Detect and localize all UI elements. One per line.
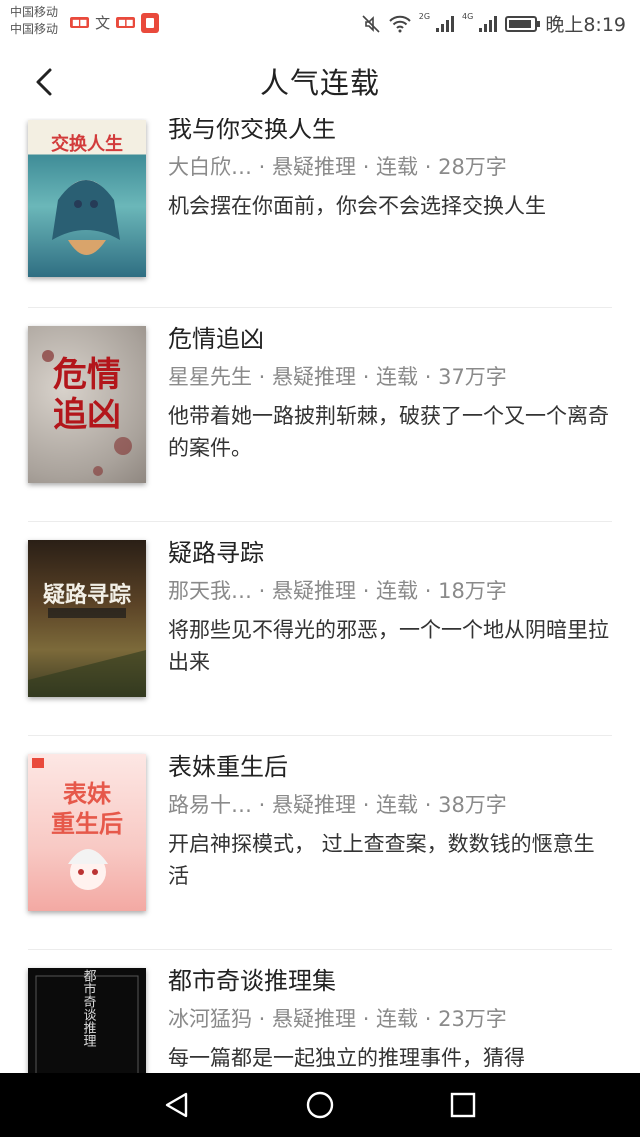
book-description: 机会摆在你面前，你会不会选择交换人生 <box>168 194 546 218</box>
system-nav-bar <box>0 1073 640 1137</box>
svg-text:追凶: 追凶 <box>53 395 121 435</box>
book-info: 都市奇谈推理集 冰河猛犸 · 悬疑推理 · 连载 · 23万字 每一篇都是一起独… <box>168 964 612 1073</box>
signal-icon-2 <box>479 15 498 32</box>
book-cover[interactable]: 疑路寻踪 <box>28 540 146 697</box>
signal-icon-1 <box>436 15 455 32</box>
book-cover[interactable]: 交换人生 <box>28 120 146 277</box>
book-title: 都市奇谈推理集 <box>168 967 336 995</box>
document-icon <box>141 12 160 33</box>
book-meta: 大白欣… · 悬疑推理 · 连载 · 28万字 <box>168 155 507 179</box>
triangle-back-icon <box>165 1092 188 1118</box>
book-description: 他带着她一路披荆斩棘，破获了一个又一个离奇的案件。 <box>168 404 609 460</box>
network-4g-label: 4G <box>462 12 474 21</box>
book-meta: 那天我… · 悬疑推理 · 连载 · 18万字 <box>168 579 507 603</box>
book-info: 我与你交换人生 大白欣… · 悬疑推理 · 连载 · 28万字 机会摆在你面前，… <box>168 118 612 222</box>
svg-text:危情: 危情 <box>53 355 121 395</box>
svg-text:重生后: 重生后 <box>51 810 123 838</box>
clock: 晚上8:19 <box>545 14 626 36</box>
battery-icon <box>505 15 541 32</box>
book-meta: 冰河猛犸 · 悬疑推理 · 连载 · 23万字 <box>168 1007 507 1031</box>
book-info: 表妹重生后 路易十… · 悬疑推理 · 连载 · 38万字 开启神探模式， 过上… <box>168 750 612 892</box>
carrier-2: 中国移动 <box>10 22 59 36</box>
book-meta: 星星先生 · 悬疑推理 · 连载 · 37万字 <box>168 365 507 389</box>
network-2g-label: 2G <box>418 12 431 21</box>
book-title: 表妹重生后 <box>168 753 288 781</box>
book-title: 危情追凶 <box>168 325 264 353</box>
carrier-1: 中国移动 <box>10 5 59 19</box>
cover-art: 危情 追凶 <box>42 350 132 476</box>
book-item[interactable]: 交换人生 我与你交换人生 大白欣… · 悬疑推理 · 连载 · 28万字 机会摆… <box>0 118 640 308</box>
book-info: 危情追凶 星星先生 · 悬疑推理 · 连载 · 37万字 他带着她一路披荆斩棘，… <box>168 322 612 464</box>
wifi-icon <box>389 15 411 32</box>
mute-icon <box>362 14 380 33</box>
book-meta: 路易十… · 悬疑推理 · 连载 · 38万字 <box>168 793 507 817</box>
carrier-info: 中国移动 中国移动 <box>10 4 58 38</box>
nav-back-button[interactable] <box>162 1090 192 1120</box>
book-description: 开启神探模式， 过上查查案，数数钱的惬意生活 <box>168 832 595 888</box>
book-title: 疑路寻踪 <box>168 539 264 567</box>
cover-title-text: 交换人生 <box>51 133 123 155</box>
cover-art: 疑路寻踪 <box>28 582 146 697</box>
book-item[interactable]: 危情 追凶 危情追凶 星星先生 · 悬疑推理 · 连载 · 37万字 他带着她一… <box>0 308 640 522</box>
cover-art: 表妹 重生后 <box>32 758 123 890</box>
nav-home-button[interactable] <box>305 1090 335 1120</box>
top-app-bar: 人气连载 <box>0 46 640 118</box>
app-notification-icon: 文 <box>95 14 111 32</box>
status-bar: 中国移动 中国移动 ■■ 文 ■■ 2G 4G 晚上8:19 <box>0 0 640 46</box>
book-info: 疑路寻踪 那天我… · 悬疑推理 · 连载 · 18万字 将那些见不得光的邪恶，… <box>168 536 612 678</box>
circle-home-icon <box>306 1091 334 1119</box>
book-list[interactable]: 交换人生 我与你交换人生 大白欣… · 悬疑推理 · 连载 · 28万字 机会摆… <box>0 118 640 1073</box>
book-item[interactable]: 都市奇谈推理 都市奇谈推理集 冰河猛犸 · 悬疑推理 · 连载 · 23万字 每… <box>0 950 640 1073</box>
book-title: 我与你交换人生 <box>168 118 336 143</box>
book-cover[interactable]: 危情 追凶 <box>28 326 146 483</box>
nav-recents-button[interactable] <box>448 1090 478 1120</box>
svg-text:表妹: 表妹 <box>63 780 111 808</box>
svg-text:都市奇谈推理: 都市奇谈推理 <box>81 969 97 1047</box>
book-description: 将那些见不得光的邪恶，一个一个地从阴暗里拉出来 <box>168 618 609 674</box>
system-icons: 2G 4G 晚上8:19 <box>361 10 626 37</box>
square-recents-icon <box>450 1092 476 1118</box>
book-item[interactable]: 疑路寻踪 疑路寻踪 那天我… · 悬疑推理 · 连载 · 18万字 将那些见不得… <box>0 522 640 736</box>
book-cover[interactable]: 都市奇谈推理 <box>28 968 146 1073</box>
cover-art: 交换人生 <box>51 133 123 255</box>
notification-badge-icon: ■■ <box>70 17 90 28</box>
cover-art: 都市奇谈推理 <box>35 969 139 1073</box>
book-description: 每一篇都是一起独立的推理事件，猜得 <box>168 1046 525 1070</box>
notification-badge-icon-2: ■■ <box>116 17 136 28</box>
svg-text:疑路寻踪: 疑路寻踪 <box>43 582 131 608</box>
book-item[interactable]: 表妹 重生后 表妹重生后 路易十… · 悬疑推理 · 连载 · 38万字 开启神… <box>0 736 640 950</box>
page-title: 人气连载 <box>259 66 380 100</box>
book-cover[interactable]: 表妹 重生后 <box>28 754 146 911</box>
notification-icons: ■■ 文 ■■ <box>70 12 160 33</box>
